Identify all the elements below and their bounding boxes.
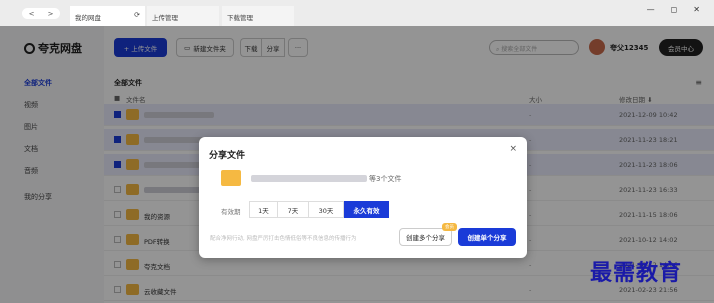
- tab-label: 我的网盘: [75, 14, 101, 22]
- duration-7-days[interactable]: 7天: [278, 201, 309, 218]
- browser-nav: < >: [22, 8, 60, 19]
- tab-label: 上传管理: [152, 14, 178, 22]
- maximize-icon[interactable]: ◻: [671, 5, 678, 14]
- minimize-icon[interactable]: —: [647, 5, 655, 14]
- tab-label: 下载管理: [227, 14, 253, 22]
- folder-icon: [221, 170, 241, 186]
- vip-badge: 会员: [442, 223, 457, 231]
- back-icon[interactable]: <: [29, 10, 35, 18]
- policy-hint: 配合净网行动, 网盘严厉打击色情低俗等不良信息的传播行为: [210, 236, 357, 242]
- duration-permanent[interactable]: 永久有效: [344, 201, 389, 218]
- window-controls: — ◻ ✕: [647, 5, 700, 14]
- watermark: 最需教育: [590, 260, 683, 286]
- tab-my-drive[interactable]: 我的网盘 ⟳: [70, 6, 145, 26]
- create-single-share-button[interactable]: 创建单个分享: [458, 228, 516, 246]
- refresh-icon[interactable]: ⟳: [134, 11, 140, 19]
- share-dialog: 分享文件 × 等3个文件 有效期 1天 7天 30天 永久有效 配合净网行动, …: [199, 137, 527, 258]
- file-count: 等3个文件: [369, 175, 402, 183]
- close-icon[interactable]: ✕: [693, 5, 700, 14]
- tab-upload-manager[interactable]: 上传管理: [147, 6, 219, 26]
- tab-download-manager[interactable]: 下载管理: [222, 6, 294, 26]
- close-icon[interactable]: ×: [509, 144, 517, 154]
- browser-titlebar: < > 我的网盘 ⟳ 上传管理 下载管理 — ◻ ✕: [0, 0, 714, 26]
- duration-30-days[interactable]: 30天: [309, 201, 344, 218]
- forward-icon[interactable]: >: [48, 10, 54, 18]
- validity-label: 有效期: [221, 208, 241, 216]
- dialog-title: 分享文件: [209, 151, 246, 161]
- duration-1-day[interactable]: 1天: [249, 201, 278, 218]
- blurred-filename: [251, 175, 367, 182]
